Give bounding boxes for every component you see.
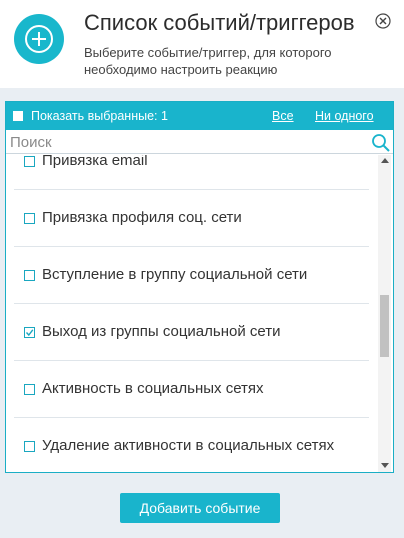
event-checkbox[interactable] (24, 270, 35, 281)
add-event-button[interactable]: Добавить событие (120, 493, 280, 523)
search-icon[interactable] (371, 133, 391, 152)
select-none-link[interactable]: Ни одного (315, 109, 374, 123)
event-label: Удаление активности в социальных сетях (42, 437, 335, 454)
show-selected-label[interactable]: Показать выбранные: 1 (31, 109, 168, 123)
list-item[interactable]: Привязка email (14, 155, 369, 190)
list-item[interactable]: Активность в социальных сетях (14, 361, 369, 418)
event-label: Выход из группы социальной сети (42, 323, 281, 340)
list-item[interactable]: Удаление активности в социальных сетях (14, 418, 369, 472)
event-checkbox[interactable] (24, 441, 35, 452)
scrollbar-thumb[interactable] (380, 295, 389, 357)
list-scrollbar[interactable] (378, 155, 391, 472)
event-checkbox-checked[interactable] (24, 327, 35, 338)
dialog-subtitle: Выберите событие/триггер, для которого н… (84, 45, 332, 77)
list-item[interactable]: Привязка профиля соц. сети (14, 190, 369, 247)
event-label: Привязка профиля соц. сети (42, 209, 242, 226)
event-label: Вступление в группу социальной сети (42, 266, 308, 283)
close-icon[interactable] (375, 13, 391, 29)
list-item[interactable]: Выход из группы социальной сети (14, 304, 369, 361)
events-panel: Показать выбранные: 1 Все Ни одного Прив… (5, 101, 394, 473)
event-checkbox[interactable] (24, 384, 35, 395)
select-all-link[interactable]: Все (272, 109, 294, 123)
search-bar (6, 132, 393, 154)
event-checkbox[interactable] (24, 156, 35, 167)
search-input[interactable] (10, 133, 366, 152)
events-list: Привязка email Привязка профиля соц. сет… (6, 155, 376, 472)
dialog-header: Список событий/триггеров Выберите событи… (0, 0, 404, 88)
list-item[interactable]: Вступление в группу социальной сети (14, 247, 369, 304)
scroll-down-icon[interactable] (381, 463, 389, 468)
scroll-up-icon[interactable] (381, 158, 389, 163)
dialog-title: Список событий/триггеров (84, 10, 355, 35)
event-label: Привязка email (42, 155, 148, 169)
plus-circle-icon (14, 14, 64, 64)
show-selected-checkbox[interactable] (13, 111, 23, 121)
event-label: Активность в социальных сетях (42, 380, 264, 397)
list-toolbar: Показать выбранные: 1 Все Ни одного (6, 102, 393, 130)
event-checkbox[interactable] (24, 213, 35, 224)
